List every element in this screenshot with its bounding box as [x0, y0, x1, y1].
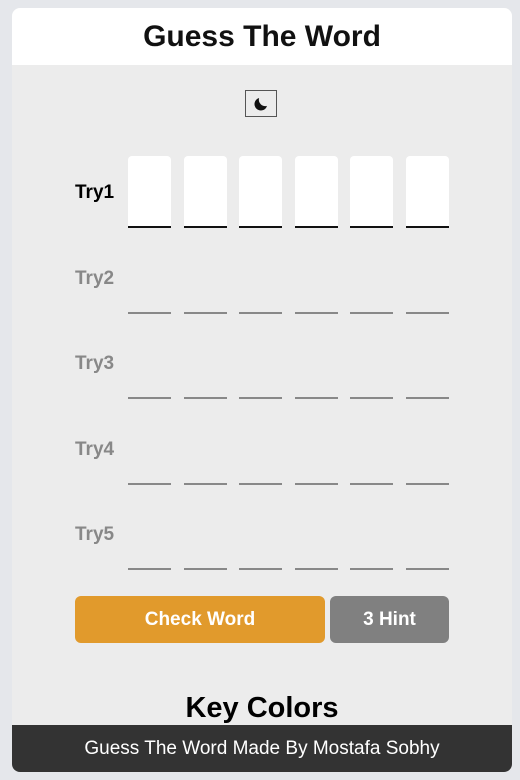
- letter-input[interactable]: [239, 156, 282, 228]
- theme-toggle-button[interactable]: [245, 90, 277, 117]
- letter-input: [350, 327, 393, 399]
- hint-button[interactable]: 3 Hint: [330, 596, 449, 643]
- letter-input[interactable]: [184, 156, 227, 228]
- letter-input[interactable]: [295, 156, 338, 228]
- game-container: Guess The Word Try1 Try2 Try3 Try4 Try5 Chec…: [12, 8, 512, 772]
- try-label: Try5: [75, 524, 115, 545]
- letter-input: [128, 413, 171, 485]
- check-word-button[interactable]: Check Word: [75, 596, 325, 643]
- letter-input: [350, 498, 393, 570]
- letter-input: [295, 413, 338, 485]
- letter-input: [128, 498, 171, 570]
- footer-text: Guess The Word Made By Mostafa Sobhy: [84, 737, 440, 759]
- letter-input[interactable]: [406, 156, 449, 228]
- letter-input: [184, 498, 227, 570]
- letter-input: [350, 242, 393, 314]
- letter-input: [406, 327, 449, 399]
- moon-icon: [254, 97, 267, 111]
- try-row-3: Try3: [75, 327, 455, 401]
- letter-input: [295, 327, 338, 399]
- try-row-1: Try1: [75, 156, 455, 230]
- page-title: Guess The Word: [143, 19, 381, 53]
- letter-input: [128, 327, 171, 399]
- letter-input: [406, 413, 449, 485]
- letter-input: [184, 242, 227, 314]
- try-row-5: Try5: [75, 498, 455, 572]
- try-row-2: Try2: [75, 242, 455, 316]
- letter-input: [239, 498, 282, 570]
- letter-input: [184, 327, 227, 399]
- letter-input[interactable]: [350, 156, 393, 228]
- letter-input: [239, 242, 282, 314]
- letter-input: [295, 498, 338, 570]
- try-label: Try1: [75, 182, 115, 203]
- letter-input: [239, 327, 282, 399]
- footer: Guess The Word Made By Mostafa Sobhy: [12, 725, 512, 772]
- letter-input: [350, 413, 393, 485]
- try-row-4: Try4: [75, 413, 455, 487]
- letter-input: [295, 242, 338, 314]
- try-label: Try4: [75, 439, 115, 460]
- try-label: Try3: [75, 353, 115, 374]
- letter-input[interactable]: [128, 156, 171, 228]
- key-colors-heading: Key Colors: [185, 692, 339, 724]
- letter-input: [184, 413, 227, 485]
- letter-input: [406, 498, 449, 570]
- page-header: Guess The Word: [12, 8, 512, 65]
- letter-input: [406, 242, 449, 314]
- letter-input: [128, 242, 171, 314]
- try-label: Try2: [75, 268, 115, 289]
- letter-input: [239, 413, 282, 485]
